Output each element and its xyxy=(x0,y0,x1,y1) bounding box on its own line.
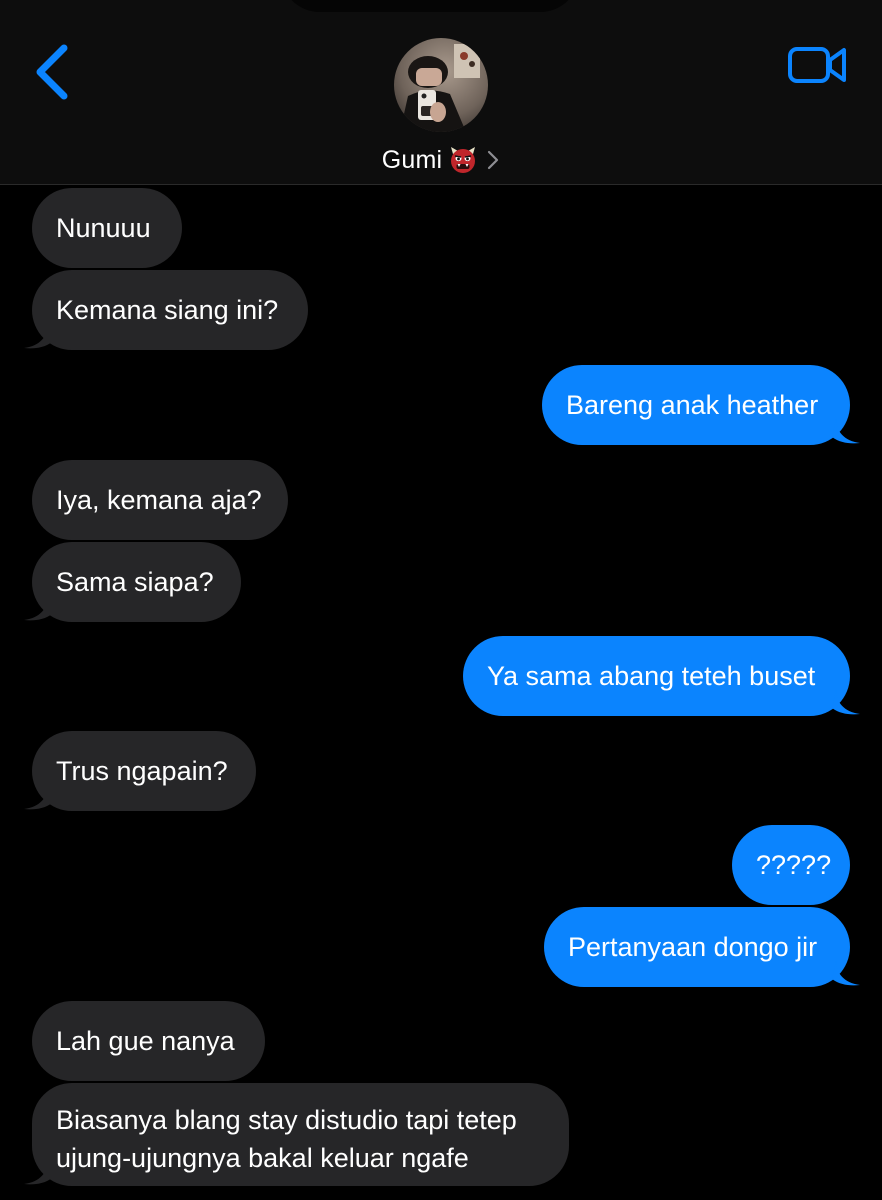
message-text: Trus ngapain? xyxy=(56,756,228,786)
message-text: Bareng anak heather xyxy=(566,390,819,420)
bubble-tail xyxy=(832,690,860,715)
message-bubble-outgoing[interactable]: Pertanyaan dongo jir xyxy=(544,907,850,987)
message-bubble-incoming[interactable]: Iya, kemana aja? xyxy=(32,460,288,540)
message-bubble-incoming[interactable]: Kemana siang ini? xyxy=(32,270,308,350)
message-bubble-outgoing[interactable]: Bareng anak heather xyxy=(542,365,850,445)
message-text: Lah gue nanya xyxy=(56,1026,235,1056)
message-bubble-incoming[interactable]: Biasanya blang stay distudio tapi tetep … xyxy=(32,1083,569,1186)
bubble-tail xyxy=(24,785,52,810)
facetime-video-button[interactable] xyxy=(786,42,848,88)
message-text: ????? xyxy=(756,850,832,880)
bubble-tail xyxy=(24,324,52,349)
chevron-left-icon xyxy=(36,44,68,100)
chevron-right-icon xyxy=(488,150,499,170)
message-text: Iya, kemana aja? xyxy=(56,485,262,515)
video-camera-icon xyxy=(788,47,846,83)
messages-screen: Gumi Nunuuu Kemana siang ini? Bareng ana… xyxy=(0,0,882,1200)
message-text: Pertanyaan dongo jir xyxy=(568,932,818,962)
back-button[interactable] xyxy=(30,40,80,100)
message-text: Ya sama abang teteh buset xyxy=(487,661,816,691)
bubble-tail xyxy=(832,961,860,986)
message-bubble-outgoing[interactable]: ????? xyxy=(732,825,850,905)
message-bubble-incoming[interactable]: Trus ngapain? xyxy=(32,731,256,811)
contact-name-button[interactable]: Gumi xyxy=(0,140,882,180)
message-bubble-incoming[interactable]: Nunuuu xyxy=(32,188,182,268)
bubble-tail xyxy=(24,596,52,621)
message-bubble-incoming[interactable]: Lah gue nanya xyxy=(32,1001,265,1081)
message-bubble-incoming[interactable]: Sama siapa? xyxy=(32,542,241,622)
message-text: Nunuuu xyxy=(56,213,151,243)
contact-name: Gumi xyxy=(381,145,443,174)
ogre-face-icon xyxy=(451,147,476,173)
contact-avatar[interactable] xyxy=(394,38,488,132)
device-notch xyxy=(280,0,580,12)
bubble-tail xyxy=(24,1160,52,1185)
message-text: Kemana siang ini? xyxy=(56,295,279,325)
conversation-header: Gumi xyxy=(0,0,882,185)
message-text: Biasanya blang stay distudio tapi tetep … xyxy=(56,1105,517,1173)
message-text: Sama siapa? xyxy=(56,567,214,597)
bubble-tail xyxy=(832,419,860,444)
message-bubble-outgoing[interactable]: Ya sama abang teteh buset xyxy=(463,636,850,716)
